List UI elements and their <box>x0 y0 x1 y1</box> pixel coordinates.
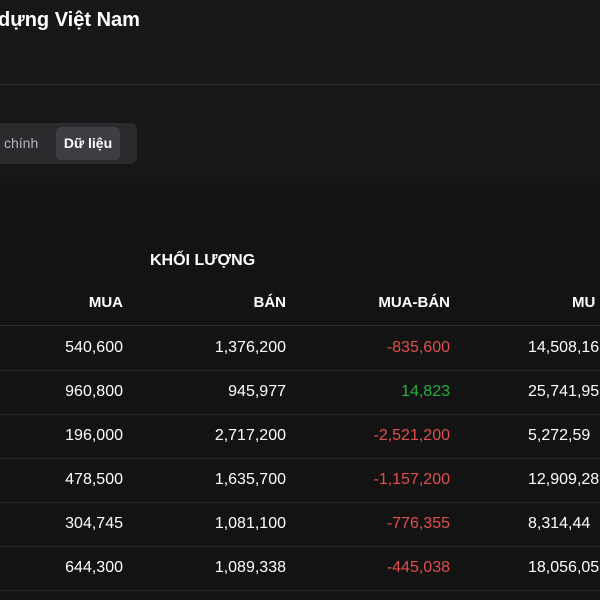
tab-data[interactable]: Dữ liệu <box>56 127 120 160</box>
cell-buy-volume: 960,800 <box>65 383 123 400</box>
cell-net-volume: -835,600 <box>386 339 450 356</box>
table-row: 304,745 1,081,100 -776,355 8,314,44 <box>0 502 600 547</box>
data-table: KHỐI LƯỢNG MUA BÁN MUA-BÁN MU 540,600 1,… <box>0 183 600 600</box>
cell-sell-volume: 1,376,200 <box>214 339 286 356</box>
cell-buy-volume: 478,500 <box>65 471 123 488</box>
cell-buy-value: 14,508,16 <box>528 339 600 356</box>
column-header-net[interactable]: MUA-BÁN <box>378 292 450 314</box>
cell-buy-volume: 304,745 <box>65 515 123 532</box>
cell-buy-volume: 644,300 <box>65 559 123 576</box>
column-header-value-buy[interactable]: MU <box>572 292 595 314</box>
table-row: 540,600 1,376,200 -835,600 14,508,16 <box>0 326 600 371</box>
cell-sell-volume: 1,081,100 <box>214 515 286 532</box>
page-title: dựng Việt Nam <box>0 9 140 31</box>
table-row: 478,500 1,635,700 -1,157,200 12,909,28 <box>0 458 600 503</box>
cell-buy-value: 12,909,28 <box>528 471 600 488</box>
cell-buy-value: 25,741,95 <box>528 383 600 400</box>
page-header: dựng Việt Nam <box>0 0 600 85</box>
table-row: 196,000 2,717,200 -2,521,200 5,272,59 <box>0 414 600 459</box>
tab-finance[interactable]: chính <box>4 127 38 160</box>
tab-bar: chính Dữ liệu <box>0 123 137 164</box>
table-row: 960,800 945,977 14,823 25,741,95 <box>0 370 600 415</box>
page: dựng Việt Nam chính Dữ liệu KHỐI LƯỢNG M… <box>0 0 600 600</box>
cell-buy-volume: 540,600 <box>65 339 123 356</box>
cell-buy-volume: 196,000 <box>65 427 123 444</box>
cell-sell-volume: 945,977 <box>228 383 286 400</box>
cell-net-volume: -2,521,200 <box>373 427 450 444</box>
cell-net-volume: -445,038 <box>386 559 450 576</box>
cell-net-volume: -776,355 <box>386 515 450 532</box>
cell-sell-volume: 1,635,700 <box>214 471 286 488</box>
table-row: 644,300 1,089,338 -445,038 18,056,05 <box>0 546 600 591</box>
volume-group-header: KHỐI LƯỢNG <box>150 252 256 269</box>
cell-net-volume: -1,157,200 <box>373 471 450 488</box>
column-header-buy[interactable]: MUA <box>89 292 123 314</box>
column-header-sell[interactable]: BÁN <box>254 292 287 314</box>
cell-sell-volume: 1,089,338 <box>214 559 286 576</box>
cell-buy-value: 18,056,05 <box>528 559 600 576</box>
cell-buy-value: 5,272,59 <box>528 427 591 444</box>
cell-buy-value: 8,314,44 <box>528 515 591 532</box>
cell-sell-volume: 2,717,200 <box>214 427 286 444</box>
cell-net-volume: 14,823 <box>401 383 450 400</box>
